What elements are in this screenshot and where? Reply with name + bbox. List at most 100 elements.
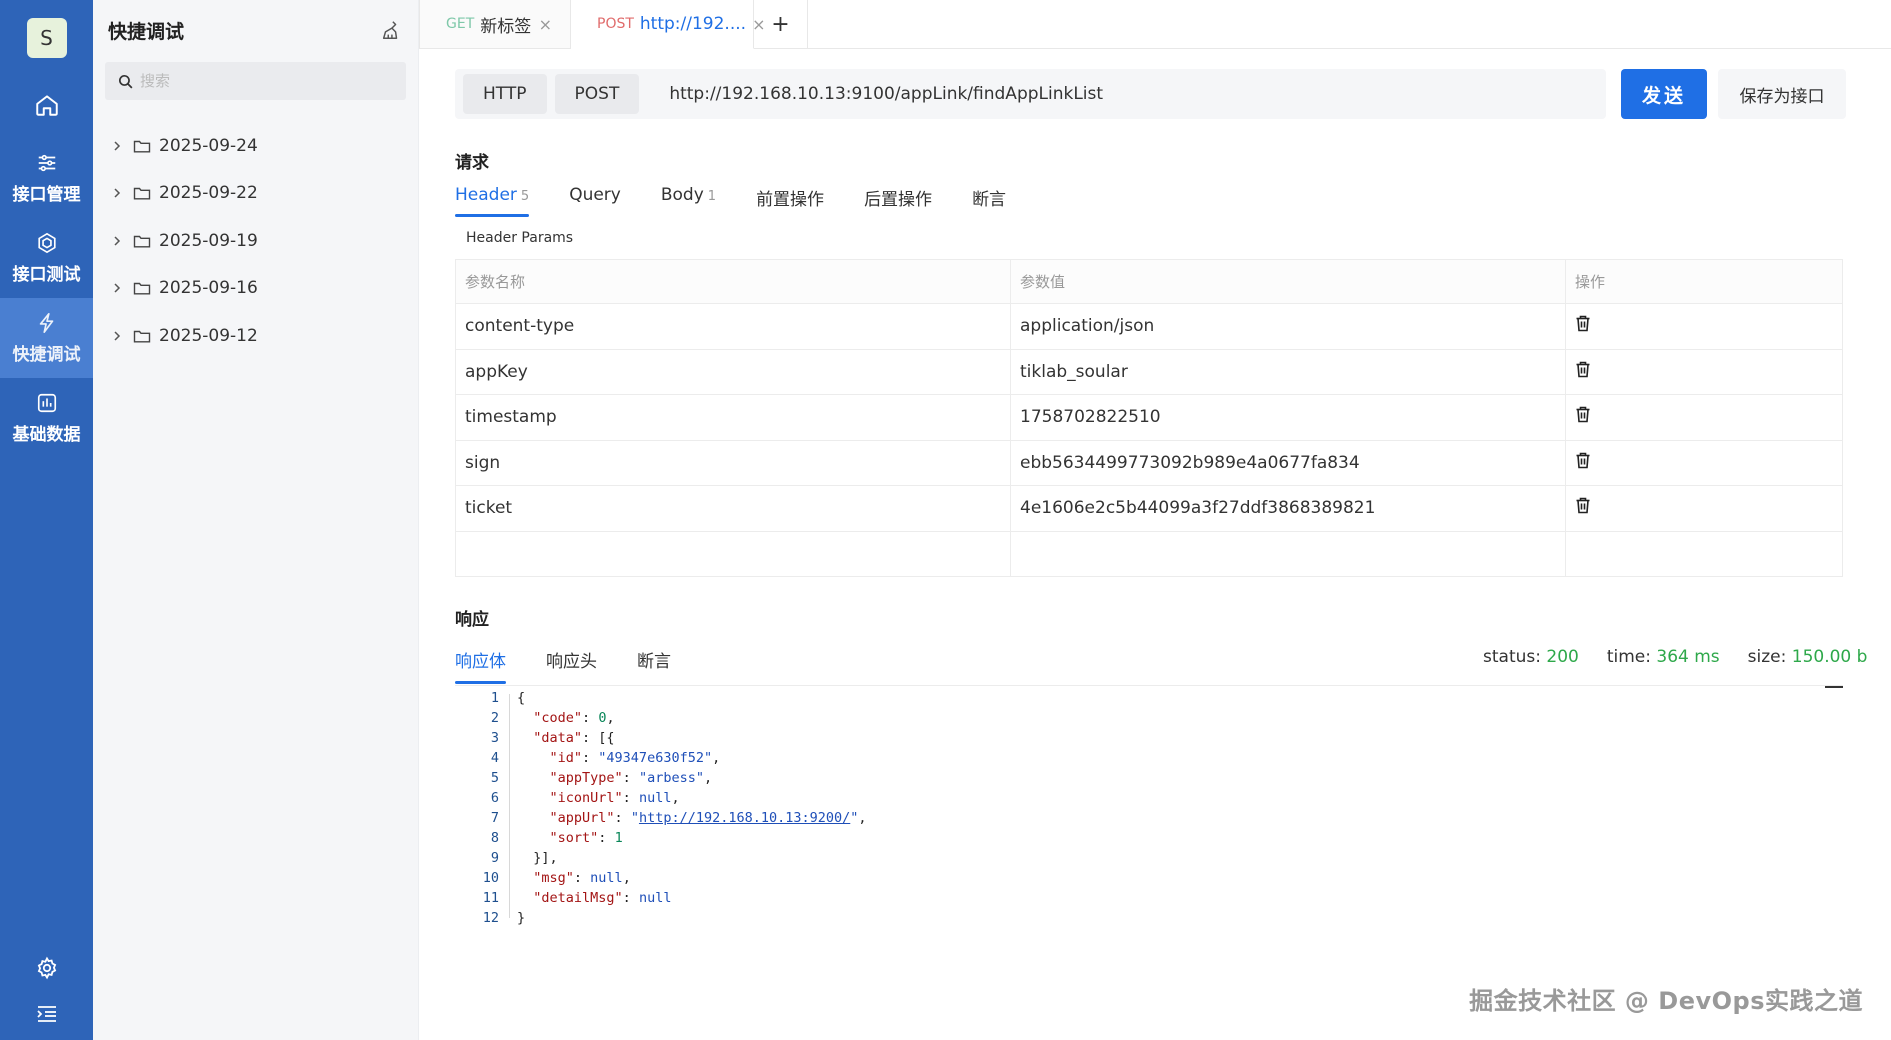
avatar[interactable]: S	[26, 18, 67, 58]
param-value-cell[interactable]: ebb5634499773092b989e4a0677fa834	[1010, 439, 1566, 486]
action-cell	[1565, 303, 1843, 350]
code-line: 4 "id": "49347e630f52",	[455, 748, 867, 768]
tab-post-action[interactable]: 后置操作	[864, 185, 932, 222]
tab-query[interactable]: Query	[569, 185, 621, 217]
trash-icon[interactable]	[1575, 361, 1595, 378]
chevron-right-icon[interactable]	[111, 330, 125, 342]
param-name-cell[interactable]: content-type	[455, 303, 1011, 350]
fold-guide	[499, 888, 517, 908]
trash-icon[interactable]	[1575, 497, 1595, 514]
fold-guide	[499, 908, 517, 928]
status-stat: status: 200	[1483, 647, 1579, 667]
line-number: 10	[482, 870, 499, 886]
response-body-editor[interactable]: 1{ 2 "code": 0, 3 "data": [{ 4 "id": "49…	[455, 688, 867, 928]
subtab-label: 后置操作	[864, 190, 933, 210]
broom-icon[interactable]	[380, 19, 402, 41]
tab-response-assertion[interactable]: 断言	[637, 647, 671, 684]
table-row: timestamp 1758702822510	[455, 394, 1843, 441]
fold-guide	[499, 828, 517, 848]
line-number: 8	[490, 830, 499, 846]
tree-folder[interactable]: 2025-09-16	[93, 265, 418, 313]
tab-header[interactable]: Header 5	[455, 185, 530, 217]
chevron-right-icon[interactable]	[111, 235, 125, 247]
url-input[interactable]	[669, 84, 1530, 104]
fold-guide	[499, 728, 517, 748]
tree-folder-label: 2025-09-24	[159, 135, 258, 156]
code-link[interactable]: http://192.168.10.13:9200/	[639, 810, 850, 826]
action-cell	[1565, 394, 1843, 441]
param-name-cell[interactable]	[455, 530, 1011, 577]
gear-icon[interactable]	[35, 956, 59, 980]
folder-icon	[133, 233, 151, 249]
subtab-count: 5	[520, 189, 530, 204]
watermark: 掘金技术社区 @ DevOps实践之道	[1469, 987, 1863, 1015]
tree-folder[interactable]: 2025-09-19	[93, 217, 418, 265]
trash-icon[interactable]	[1575, 452, 1595, 469]
rail-item-base-data[interactable]: 基础数据	[0, 378, 93, 458]
tree-folder[interactable]: 2025-09-24	[93, 122, 418, 170]
home-button[interactable]	[0, 80, 93, 130]
tab-new[interactable]: GET 新标签 ×	[419, 0, 571, 48]
folder-icon	[133, 138, 151, 154]
chevron-right-icon[interactable]	[111, 187, 125, 199]
code-line: 10 "msg": null,	[455, 868, 867, 888]
plus-icon: +	[771, 11, 790, 37]
protocol-select[interactable]: HTTP	[463, 74, 547, 114]
param-value-cell[interactable]	[1010, 530, 1566, 577]
response-subtabs: 响应体 响应头 断言	[455, 647, 671, 687]
search-input[interactable]	[140, 72, 380, 90]
code-text: "appType": "arbess",	[549, 770, 713, 786]
trash-icon[interactable]	[1575, 406, 1595, 423]
trash-icon[interactable]	[1575, 315, 1595, 332]
line-number: 4	[490, 750, 499, 766]
tab-post-request[interactable]: POST http://192.... ×	[571, 0, 765, 49]
rail-item-api-manage[interactable]: 接口管理	[0, 138, 93, 218]
url-box: HTTP POST	[455, 69, 1606, 119]
tree-header: 快捷调试	[93, 0, 418, 60]
table-row-empty	[455, 530, 1843, 577]
rail-item-quick-debug[interactable]: 快捷调试	[0, 298, 93, 378]
tab-assertion[interactable]: 断言	[972, 185, 1006, 222]
action-cell	[1565, 348, 1843, 395]
param-value-cell[interactable]: tiklab_soular	[1010, 348, 1566, 395]
tab-response-body[interactable]: 响应体	[455, 647, 506, 684]
param-value-cell[interactable]: 1758702822510	[1010, 394, 1566, 441]
close-icon[interactable]: ×	[539, 15, 552, 34]
tree-folder[interactable]: 2025-09-22	[93, 170, 418, 218]
param-value-cell[interactable]: application/json	[1010, 303, 1566, 350]
tab-response-headers[interactable]: 响应头	[546, 647, 597, 684]
param-name-cell[interactable]: timestamp	[455, 394, 1011, 441]
add-tab-button[interactable]: +	[754, 0, 808, 48]
tree-list: 2025-09-24 2025-09-22 2025-09-19 2025-09…	[93, 122, 418, 360]
tab-pre-action[interactable]: 前置操作	[756, 185, 824, 222]
code-text: }],	[517, 850, 558, 866]
line-number: 2	[490, 710, 499, 726]
tab-bar: GET 新标签 × POST http://192.... × +	[419, 0, 1891, 49]
chevron-right-icon[interactable]	[111, 282, 125, 294]
fold-guide	[499, 748, 517, 768]
fold-guide	[499, 768, 517, 788]
param-value-cell[interactable]: 4e1606e2c5b44099a3f27ddf3868389821	[1010, 485, 1566, 532]
menu-collapse-icon[interactable]	[35, 1002, 59, 1026]
tab-body[interactable]: Body 1	[661, 185, 716, 217]
send-button[interactable]: 发送	[1621, 69, 1707, 119]
param-name-cell[interactable]: sign	[455, 439, 1011, 486]
table-row: sign ebb5634499773092b989e4a0677fa834	[455, 439, 1843, 486]
chevron-right-icon[interactable]	[111, 140, 125, 152]
folder-icon	[133, 328, 151, 344]
time-stat: time: 364 ms	[1607, 647, 1720, 667]
app-root: S 接口管理 接口测试 快捷调试 基础数据 快捷调试 搜索 2025-09-24…	[0, 0, 1891, 1040]
subtab-count: 1	[707, 189, 717, 204]
collapse-icon[interactable]	[1825, 686, 1843, 688]
param-name-cell[interactable]: ticket	[455, 485, 1011, 532]
rail-item-label: 快捷调试	[12, 344, 81, 365]
tree-folder[interactable]: 2025-09-12	[93, 312, 418, 360]
param-name-cell[interactable]: appKey	[455, 348, 1011, 395]
chart-box-icon	[37, 393, 56, 412]
method-select[interactable]: POST	[554, 74, 640, 114]
tab-label: 新标签	[480, 16, 532, 37]
debug-tree-panel: 快捷调试 2025-09-24 2025-09-22 2025-09-19	[93, 0, 419, 1040]
rail-item-api-test[interactable]: 接口测试	[0, 218, 93, 298]
save-as-api-button[interactable]: 保存为接口	[1718, 69, 1846, 119]
line-number: 7	[490, 810, 499, 826]
